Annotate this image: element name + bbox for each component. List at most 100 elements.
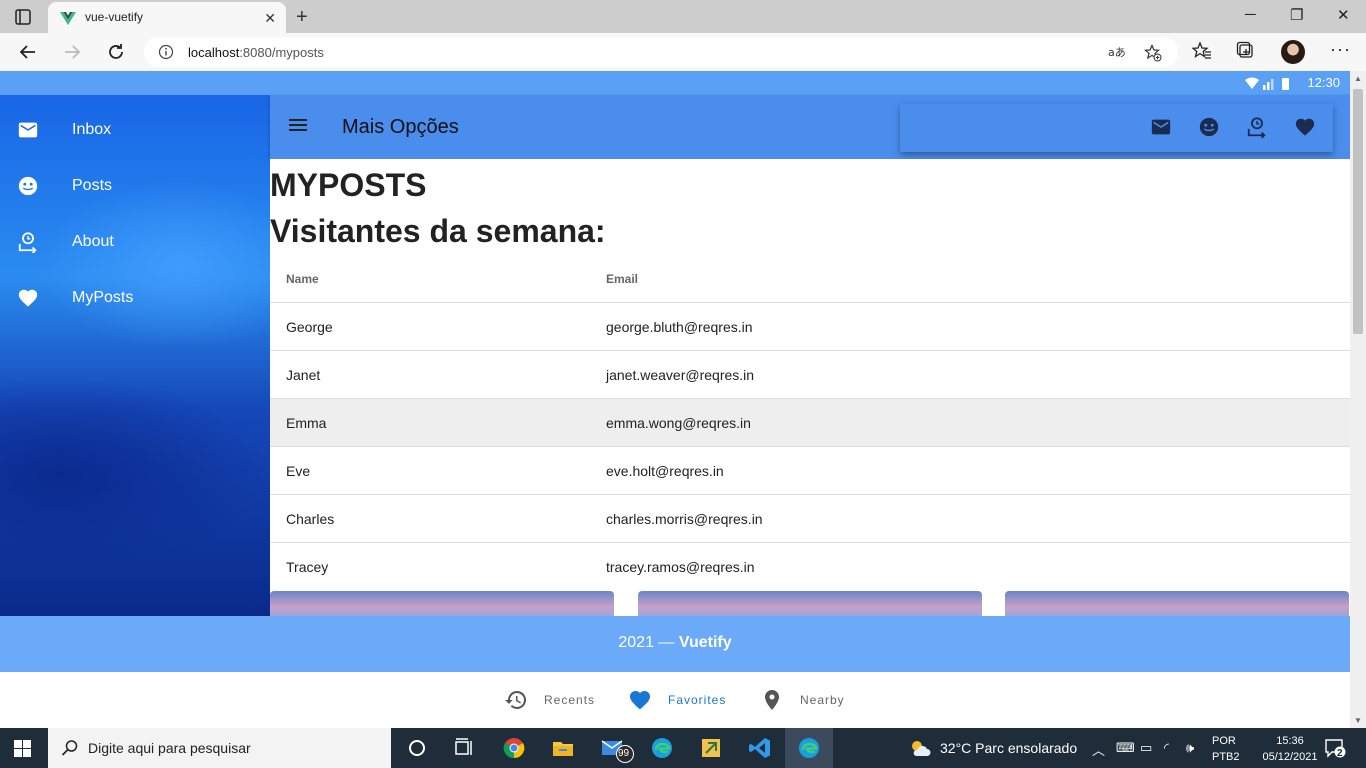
cell-email: janet.weaver@reqres.in bbox=[606, 367, 755, 383]
column-header-name[interactable]: Name bbox=[286, 272, 319, 286]
weather-text[interactable]: 32°C Parc ensolarado bbox=[940, 740, 1077, 756]
heart-icon[interactable] bbox=[1294, 116, 1316, 138]
wifi-icon bbox=[1245, 77, 1259, 89]
drawer-item-myposts[interactable]: MyPosts bbox=[0, 271, 270, 327]
site-info-icon[interactable] bbox=[158, 44, 174, 60]
cortana-icon[interactable] bbox=[405, 736, 429, 760]
emoticon-icon[interactable] bbox=[1198, 116, 1220, 138]
cell-email: george.bluth@reqres.in bbox=[606, 319, 753, 335]
bottom-nav-recents[interactable]: Recents bbox=[504, 688, 604, 712]
window-close-button[interactable]: ✕ bbox=[1337, 6, 1350, 24]
profile-avatar[interactable] bbox=[1281, 40, 1305, 64]
navigation-drawer: Inbox Posts About MyPosts bbox=[0, 95, 270, 616]
account-clock-icon[interactable] bbox=[1246, 116, 1268, 138]
cell-email: emma.wong@reqres.in bbox=[606, 415, 751, 431]
vscode-icon[interactable] bbox=[748, 736, 772, 760]
tray-overflow-chevron-icon[interactable]: ︿ bbox=[1092, 740, 1105, 759]
image-card[interactable] bbox=[1005, 591, 1349, 616]
image-card[interactable] bbox=[270, 591, 614, 616]
status-icons bbox=[1245, 77, 1289, 90]
table-row[interactable]: Eve eve.holt@reqres.in bbox=[270, 447, 1350, 495]
meet-now-icon[interactable]: ⌨ bbox=[1116, 740, 1135, 756]
cell-email: charles.morris@reqres.in bbox=[606, 511, 763, 527]
bottom-nav-label: Recents bbox=[544, 693, 596, 707]
search-placeholder: Digite aqui para pesquisar bbox=[88, 740, 251, 756]
new-tab-button[interactable]: + bbox=[296, 6, 308, 29]
signal-icon bbox=[1271, 79, 1274, 90]
back-arrow-icon[interactable] bbox=[17, 41, 39, 63]
menu-icon[interactable] bbox=[288, 117, 308, 133]
address-bar: localhost:8080/myposts aあ ··· bbox=[0, 33, 1366, 71]
drawer-item-inbox[interactable]: Inbox bbox=[0, 103, 270, 159]
tab-actions-icon[interactable] bbox=[14, 8, 32, 26]
collections-icon[interactable] bbox=[1236, 41, 1256, 61]
translate-icon[interactable]: aあ bbox=[1108, 44, 1126, 60]
image-card[interactable] bbox=[638, 591, 982, 616]
clock-date: 05/12/2021 bbox=[1262, 751, 1318, 763]
scroll-up-arrow-icon[interactable]: ▲ bbox=[1354, 74, 1362, 83]
battery-icon bbox=[1282, 78, 1289, 90]
footer-text: 2021 — Vuetify bbox=[618, 634, 732, 651]
taskbar-search[interactable]: Digite aqui para pesquisar bbox=[48, 728, 391, 768]
column-header-email[interactable]: Email bbox=[606, 272, 638, 286]
browser-tab[interactable]: vue-vuetify ✕ bbox=[48, 2, 286, 33]
page-subtitle: Visitantes da semana: bbox=[270, 213, 606, 249]
volume-icon[interactable]: 🕪 bbox=[1186, 740, 1194, 756]
file-explorer-icon[interactable] bbox=[551, 736, 575, 760]
table-row[interactable]: Emma emma.wong@reqres.in bbox=[270, 399, 1350, 447]
cell-name: Tracey bbox=[286, 559, 329, 575]
tab-close-icon[interactable]: ✕ bbox=[264, 10, 276, 27]
notification-count: 2 bbox=[1337, 748, 1343, 759]
bottom-nav-label: Favorites bbox=[668, 693, 727, 707]
forward-arrow-icon[interactable] bbox=[61, 41, 83, 63]
browser-tab-strip: vue-vuetify ✕ + ─ ❐ ✕ bbox=[0, 0, 1366, 33]
taskbar-clock[interactable]: 15:36 05/12/2021 bbox=[1258, 733, 1322, 765]
add-favorite-star-icon[interactable] bbox=[1144, 44, 1162, 62]
task-view-icon[interactable] bbox=[452, 736, 476, 760]
clock-time: 15:36 bbox=[1276, 735, 1304, 747]
network-icon[interactable]: ◜ bbox=[1164, 740, 1169, 756]
history-icon bbox=[505, 690, 527, 709]
battery-icon[interactable]: ▭ bbox=[1140, 740, 1152, 756]
scrollbar-thumb[interactable] bbox=[1353, 89, 1363, 334]
url-field[interactable]: localhost:8080/myposts aあ bbox=[144, 37, 1178, 67]
dev-tool-icon[interactable] bbox=[699, 736, 723, 760]
bottom-navigation: Recents Favorites Nearby bbox=[0, 672, 1350, 728]
bottom-nav-nearby[interactable]: Nearby bbox=[760, 688, 860, 712]
minimize-button[interactable]: ─ bbox=[1245, 6, 1256, 23]
table-row[interactable]: Charles charles.morris@reqres.in bbox=[270, 495, 1350, 543]
cell-name: George bbox=[286, 319, 333, 335]
input-language[interactable]: POR PTB2 bbox=[1212, 733, 1240, 765]
main-content: MYPOSTS Visitantes da semana: Name Email… bbox=[270, 159, 1350, 616]
edge-icon[interactable] bbox=[650, 736, 674, 760]
page-scrollbar[interactable]: ▲ ▼ bbox=[1350, 71, 1366, 728]
scroll-down-arrow-icon[interactable]: ▼ bbox=[1354, 716, 1362, 725]
search-icon bbox=[61, 740, 78, 756]
settings-more-icon[interactable]: ··· bbox=[1330, 39, 1351, 60]
cell-name: Janet bbox=[286, 367, 321, 383]
bottom-nav-favorites[interactable]: Favorites bbox=[628, 688, 738, 712]
mail-badge-count: 99 bbox=[618, 748, 630, 759]
edge-icon[interactable] bbox=[797, 736, 821, 760]
favorites-icon[interactable] bbox=[1192, 41, 1212, 61]
cell-email: tracey.ramos@reqres.in bbox=[606, 559, 755, 575]
table-row[interactable]: Tracey tracey.ramos@reqres.in bbox=[270, 543, 1350, 591]
drawer-item-label: About bbox=[72, 233, 114, 250]
windows-start-icon[interactable] bbox=[14, 740, 31, 757]
heart-icon bbox=[18, 289, 38, 307]
drawer-item-label: Inbox bbox=[72, 121, 112, 138]
weather-icon[interactable] bbox=[908, 738, 932, 758]
svg-text:aあ: aあ bbox=[1108, 46, 1126, 59]
maximize-button[interactable]: ❐ bbox=[1290, 6, 1303, 24]
drawer-item-posts[interactable]: Posts bbox=[0, 159, 270, 215]
url-text: localhost:8080/myposts bbox=[188, 45, 324, 60]
cell-email: eve.holt@reqres.in bbox=[606, 463, 724, 479]
table-row[interactable]: Janet janet.weaver@reqres.in bbox=[270, 351, 1350, 399]
mail-icon[interactable] bbox=[1150, 116, 1172, 138]
chrome-icon[interactable] bbox=[502, 736, 526, 760]
drawer-item-about[interactable]: About bbox=[0, 215, 270, 271]
table-row[interactable]: George george.bluth@reqres.in bbox=[270, 303, 1350, 351]
heart-icon bbox=[630, 691, 650, 710]
refresh-icon[interactable] bbox=[105, 41, 127, 63]
cell-name: Eve bbox=[286, 463, 311, 479]
